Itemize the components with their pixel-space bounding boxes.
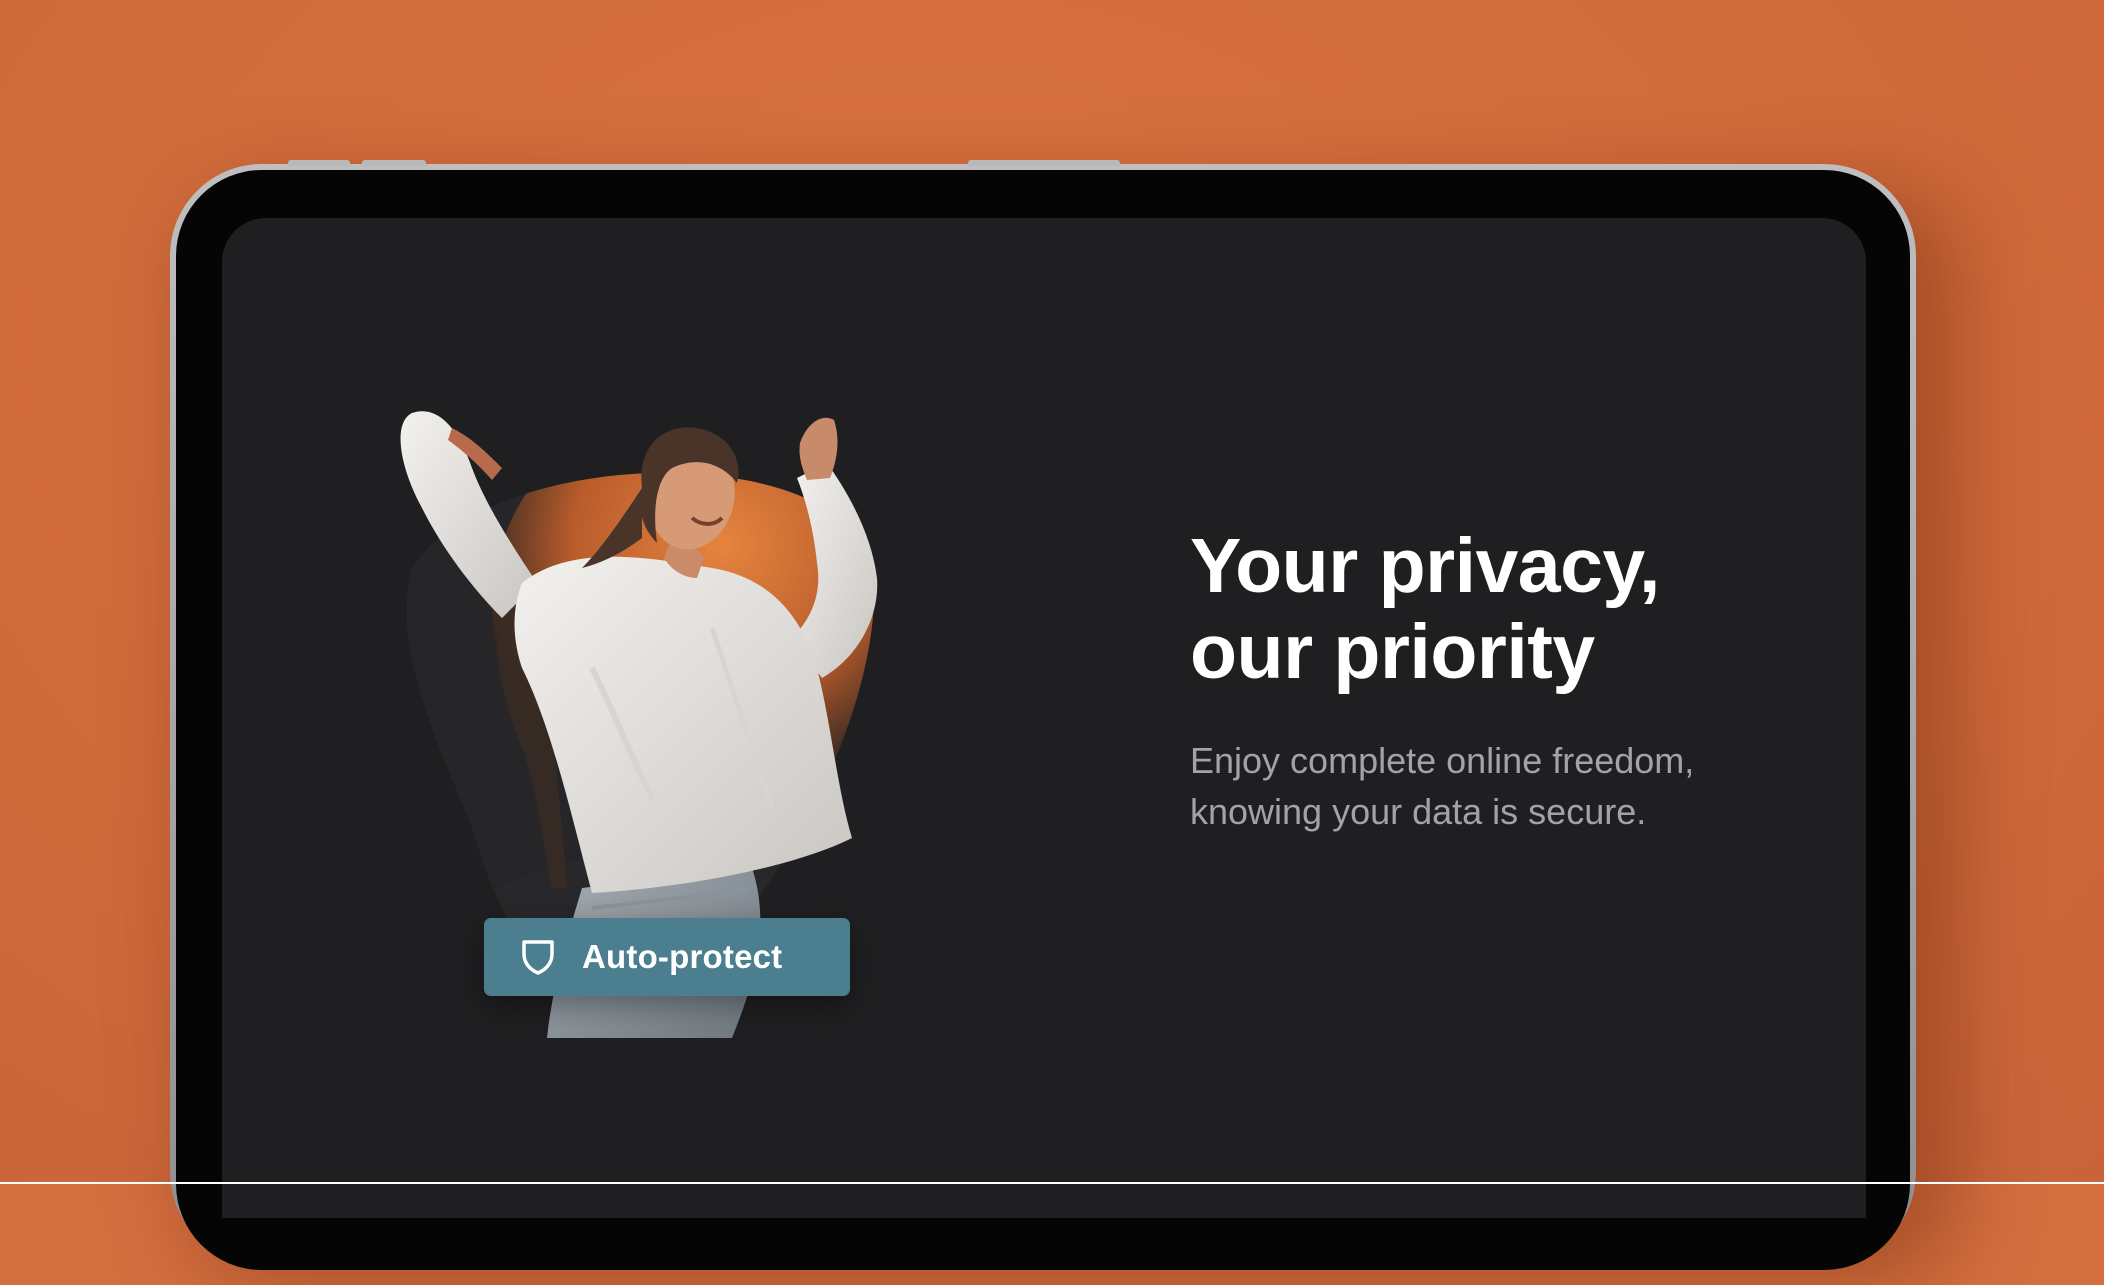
hero-illustration: Auto-protect: [352, 368, 992, 1038]
auto-protect-badge[interactable]: Auto-protect: [484, 918, 850, 996]
headline-line-2: our priority: [1190, 609, 1595, 695]
subtext: Enjoy complete online freedom, knowing y…: [1190, 735, 1830, 837]
subtext-line-2: knowing your data is secure.: [1190, 791, 1647, 832]
headline-line-1: Your privacy,: [1190, 523, 1660, 609]
top-power-button: [968, 160, 1120, 166]
auto-protect-label: Auto-protect: [582, 938, 783, 975]
subtext-line-1: Enjoy complete online freedom,: [1190, 740, 1695, 781]
tablet-screen: Auto-protect Your privacy, our priority …: [222, 218, 1866, 1218]
promo-text-block: Your privacy, our priority Enjoy complet…: [1190, 523, 1830, 837]
headline: Your privacy, our priority: [1190, 523, 1830, 695]
shield-icon: [522, 940, 554, 975]
volume-up-button: [288, 160, 350, 166]
volume-down-button: [362, 160, 426, 166]
